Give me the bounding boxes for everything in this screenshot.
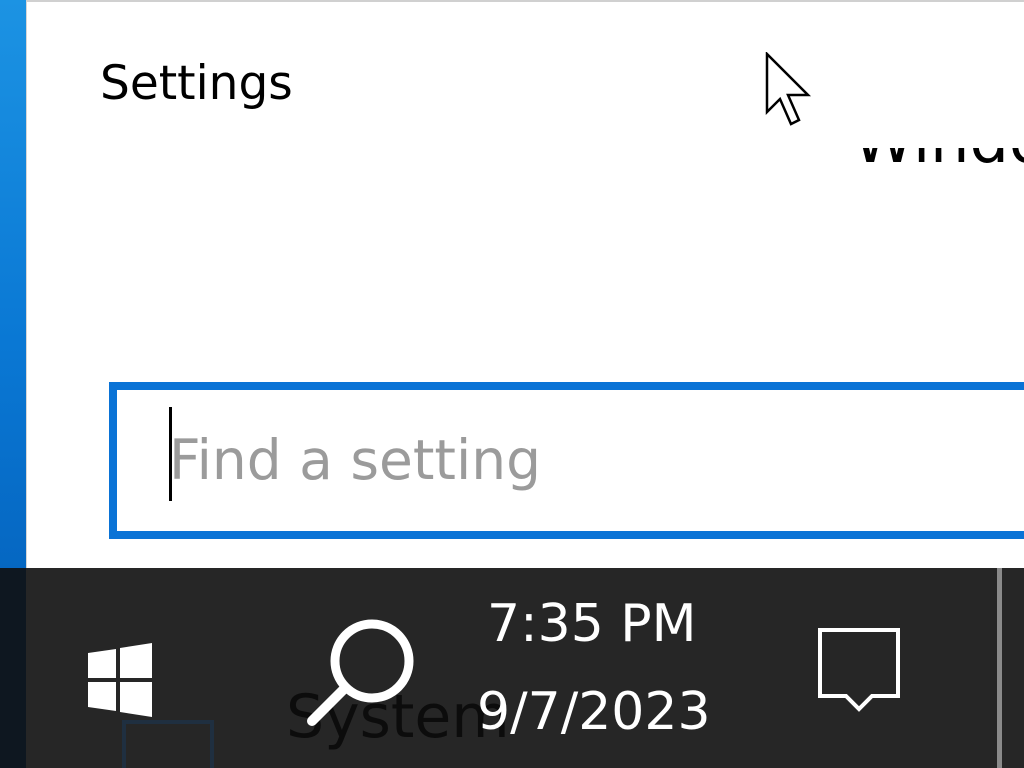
windows-logo-icon: [88, 643, 152, 717]
speech-bubble-icon: [818, 628, 900, 712]
start-button[interactable]: [76, 624, 166, 734]
partial-page-heading: Windo: [853, 148, 1024, 178]
taskbar-clock[interactable]: 7:35 PM 9/7/2023: [450, 588, 750, 768]
clock-date: 9/7/2023: [477, 682, 711, 742]
settings-window: Settings Windo: [26, 0, 1024, 570]
settings-search-box[interactable]: [109, 382, 1024, 539]
taskbar-edge: [0, 568, 26, 768]
screen: Settings Windo System: [0, 0, 1024, 768]
settings-search-input[interactable]: [169, 410, 1024, 510]
window-title: Settings: [100, 56, 293, 111]
taskbar-search-button[interactable]: [290, 602, 430, 762]
magnifier-icon: [307, 619, 414, 726]
partial-heading-text: Windo: [853, 148, 1024, 177]
show-desktop-divider[interactable]: [997, 568, 1002, 768]
clock-time: 7:35 PM: [487, 594, 697, 654]
text-caret: [169, 407, 172, 501]
mouse-pointer-icon: [765, 52, 812, 126]
action-center-button[interactable]: [806, 618, 916, 718]
desktop-wallpaper: [0, 0, 26, 570]
